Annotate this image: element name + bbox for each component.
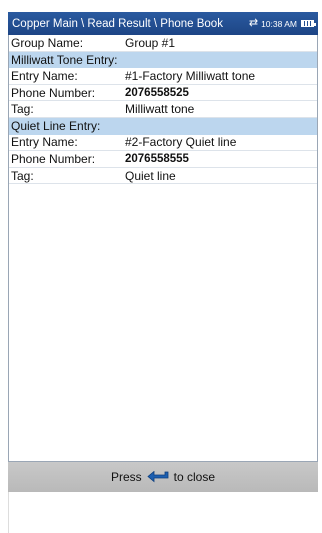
status-area: ⇄ 10:38 AM: [249, 18, 318, 29]
tag-value: Milliwatt tone: [125, 102, 195, 117]
entry-name-label: Entry Name:: [11, 135, 78, 150]
phone-book-details: Group Name: Group #1 Milliwatt Tone Entr…: [8, 35, 318, 462]
entry-name-label: Entry Name:: [11, 68, 78, 83]
title-bar: Copper Main \ Read Result \ Phone Book ⇄…: [8, 12, 318, 35]
phone-number-value: 2076558525: [125, 86, 189, 99]
quiet-tag-row: Tag: Quiet line: [9, 168, 317, 185]
device-screen: Copper Main \ Read Result \ Phone Book ⇄…: [0, 0, 322, 533]
phone-number-value: 2076558555: [125, 152, 189, 165]
tag-value: Quiet line: [125, 168, 176, 183]
milliwatt-tag-row: Tag: Milliwatt tone: [9, 101, 317, 118]
entry-name-value: #1-Factory Milliwatt tone: [125, 68, 256, 83]
milliwatt-entry-row: Entry Name: #1-Factory Milliwatt tone: [9, 68, 317, 85]
milliwatt-phone-row: Phone Number: 2076558525: [9, 85, 317, 102]
group-name-value: Group #1: [125, 35, 176, 50]
close-text: to close: [173, 470, 216, 484]
tag-label: Tag:: [11, 168, 34, 183]
back-arrow-icon: [147, 471, 169, 483]
press-text: Press: [110, 470, 142, 484]
phone-number-label: Phone Number:: [11, 151, 96, 166]
entry-name-value: #2-Factory Quiet line: [125, 135, 237, 150]
sync-arrows-icon: ⇄: [248, 17, 259, 29]
clock: 10:38 AM: [261, 18, 297, 29]
group-name-row: Group Name: Group #1: [9, 35, 317, 52]
quiet-entry-row: Entry Name: #2-Factory Quiet line: [9, 135, 317, 152]
group-name-label: Group Name:: [11, 35, 84, 50]
tag-label: Tag:: [11, 102, 34, 117]
quiet-line-section-header: Quiet Line Entry:: [9, 117, 317, 135]
milliwatt-section-header: Milliwatt Tone Entry:: [9, 51, 317, 69]
battery-icon: [301, 20, 316, 27]
quiet-phone-row: Phone Number: 2076558555: [9, 151, 317, 168]
bottom-blank-area: [8, 492, 318, 533]
close-hint-bar[interactable]: Press to close: [8, 462, 318, 492]
breadcrumb: Copper Main \ Read Result \ Phone Book: [12, 17, 223, 30]
phone-number-label: Phone Number:: [11, 85, 96, 100]
